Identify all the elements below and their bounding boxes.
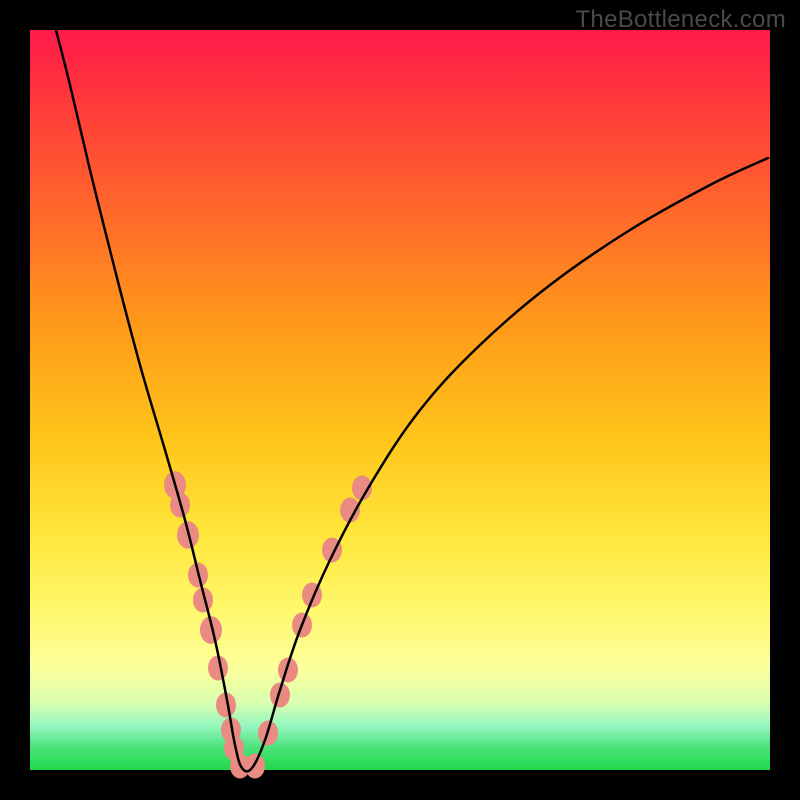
watermark-text: TheBottleneck.com [575, 6, 786, 34]
chart-svg [30, 30, 770, 770]
chart-frame: TheBottleneck.com [0, 0, 800, 800]
marker-bead [245, 754, 265, 779]
plot-area [30, 30, 770, 770]
v-curve-path [56, 30, 768, 771]
